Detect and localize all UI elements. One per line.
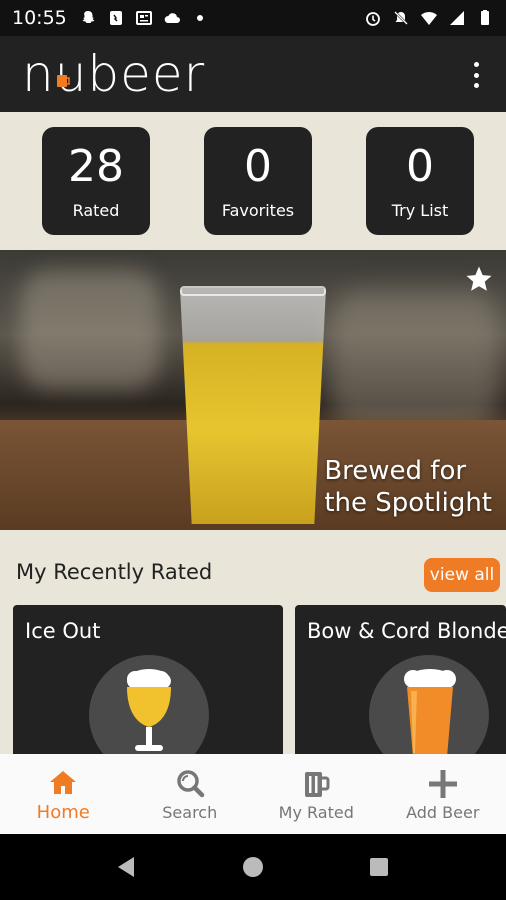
nav-label: Home xyxy=(36,801,90,823)
system-navigation-bar xyxy=(0,834,506,900)
beer-card-name: Bow & Cord Blonde xyxy=(307,619,506,643)
stat-label: Favorites xyxy=(221,201,295,220)
app-bar: nubeer xyxy=(0,36,506,112)
nav-label: My Rated xyxy=(278,802,354,822)
background-blur xyxy=(20,270,160,390)
alarm-icon xyxy=(366,12,380,26)
banner-caption: Brewed for the Spotlight xyxy=(324,455,492,519)
menu-dot-icon xyxy=(474,72,479,78)
stat-value: 0 xyxy=(244,141,272,192)
phone-icon xyxy=(109,11,122,25)
beer-card[interactable]: Bow & Cord Blonde xyxy=(295,605,506,755)
stat-label: Rated xyxy=(72,201,120,220)
mug-icon xyxy=(305,771,330,797)
nav-label: Add Beer xyxy=(406,802,480,822)
featured-banner[interactable]: Brewed for the Spotlight xyxy=(0,250,506,530)
home-circle-icon[interactable] xyxy=(240,854,266,880)
stat-value: 28 xyxy=(68,141,124,192)
plus-icon xyxy=(428,769,457,798)
signal-icon xyxy=(450,11,464,25)
logo-text-end: beer xyxy=(87,45,206,103)
dot-icon xyxy=(196,15,203,21)
background-blur xyxy=(330,290,500,430)
overflow-menu-button[interactable] xyxy=(474,62,480,88)
status-time: 10:55 xyxy=(12,7,67,29)
section-title: My Recently Rated xyxy=(16,560,213,584)
tulip-glass-icon xyxy=(127,669,171,751)
nav-home[interactable]: Home xyxy=(0,754,127,834)
banner-caption-line: the Spotlight xyxy=(324,488,492,518)
home-icon xyxy=(50,770,77,794)
stat-rated[interactable]: 28 Rated xyxy=(42,127,150,235)
nav-my-rated[interactable]: My Rated xyxy=(253,754,380,834)
stat-try-list[interactable]: 0 Try List xyxy=(366,127,474,235)
pint-glass-icon xyxy=(404,669,456,755)
bottom-navigation: Home Search My Rated Add Beer xyxy=(0,754,506,834)
news-icon xyxy=(135,11,152,25)
beer-glass-image xyxy=(180,288,326,524)
stat-favorites[interactable]: 0 Favorites xyxy=(204,127,312,235)
snapchat-icon xyxy=(82,11,95,23)
nav-label: Search xyxy=(162,802,218,822)
battery-icon xyxy=(481,10,489,25)
cloud-icon xyxy=(164,13,180,23)
nav-search[interactable]: Search xyxy=(127,754,254,834)
app-logo: nubeer xyxy=(22,49,205,99)
beer-card[interactable]: Ice Out xyxy=(13,605,283,755)
status-bar: 10:55 xyxy=(0,0,506,36)
menu-dot-icon xyxy=(474,62,479,67)
logo-mug-icon xyxy=(57,75,70,87)
beer-card-name: Ice Out xyxy=(25,619,101,643)
menu-dot-icon xyxy=(474,83,479,88)
logo-text-start: n xyxy=(22,45,55,103)
stats-row: 28 Rated 0 Favorites 0 Try List xyxy=(0,127,506,235)
mute-icon xyxy=(394,11,408,25)
nav-add-beer[interactable]: Add Beer xyxy=(380,754,506,834)
banner-caption-line: Brewed for xyxy=(324,456,467,486)
recents-icon[interactable] xyxy=(366,854,392,880)
back-icon[interactable] xyxy=(114,854,140,880)
view-all-button[interactable]: view all xyxy=(424,558,500,592)
wifi-icon xyxy=(421,11,437,25)
search-icon xyxy=(177,769,204,797)
glass-rim xyxy=(180,286,326,296)
stat-value: 0 xyxy=(406,141,434,192)
star-icon[interactable] xyxy=(464,264,494,294)
stat-label: Try List xyxy=(391,201,449,220)
